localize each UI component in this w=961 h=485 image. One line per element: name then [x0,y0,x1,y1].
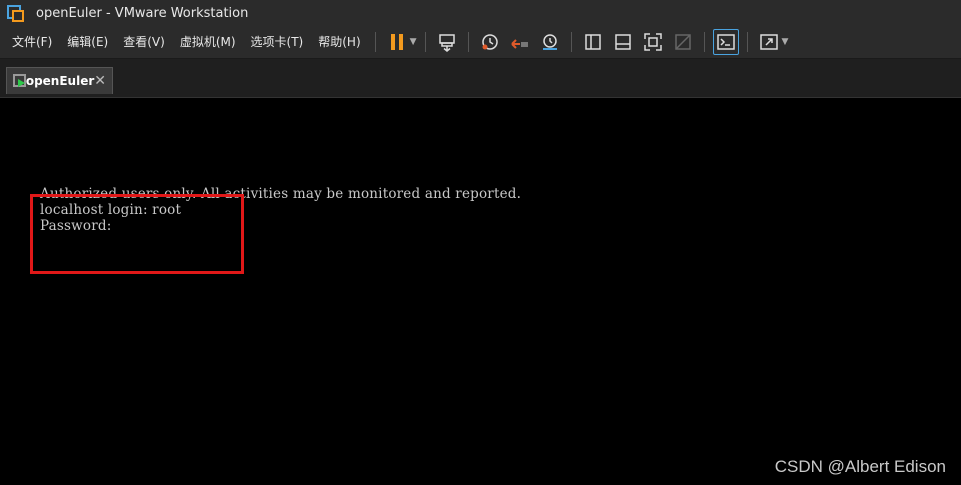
library-view-icon [584,34,601,50]
toolbar-separator [703,32,705,52]
toolbar-separator [746,32,748,52]
close-icon[interactable]: ✕ [94,73,106,89]
red-highlight-box [30,194,244,274]
thumbnail-view-icon [614,34,631,50]
vm-tab-strip: openEuler ✕ [0,59,961,97]
stretch-guest-button[interactable] [756,29,782,55]
title-bar: openEuler - VMware Workstation [0,0,961,26]
snapshot-manager-icon [542,34,557,50]
pause-button[interactable] [384,29,410,55]
pause-icon [390,34,403,50]
snapshot-revert-icon [510,39,528,49]
unity-button[interactable] [670,29,696,55]
send-ctrl-alt-del-icon [438,34,455,52]
tab-openeuler[interactable]: openEuler ✕ [6,67,113,94]
menu-edit[interactable]: 编辑(E) [60,26,116,58]
fullscreen-button[interactable] [640,29,666,55]
stretch-dropdown-caret-icon[interactable]: ▼ [782,37,789,47]
toolbar-separator [467,32,469,52]
snapshot-take-icon [481,34,498,50]
menu-vm[interactable]: 虚拟机(M) [173,26,244,58]
vm-running-icon [13,74,26,88]
menu-help[interactable]: 帮助(H) [311,26,368,58]
console-view-button[interactable] [712,29,739,55]
vmware-app-icon [7,5,24,22]
thumbnail-view-button[interactable] [610,29,636,55]
toolbar-separator [570,32,572,52]
snapshot-revert-button[interactable] [507,29,533,55]
snapshot-take-button[interactable] [477,29,503,55]
send-ctrl-alt-del-button[interactable] [434,29,460,55]
pause-dropdown-caret-icon[interactable]: ▼ [410,37,417,47]
stretch-guest-icon [759,34,778,50]
snapshot-manager-button[interactable] [537,29,563,55]
toolbar-separator [374,32,376,52]
menu-file[interactable]: 文件(F) [0,26,60,58]
console-view-icon [716,34,735,50]
menu-tabs[interactable]: 选项卡(T) [244,26,312,58]
unity-icon [674,34,691,50]
vm-console[interactable]: Authorized users only. All activities ma… [0,97,961,485]
watermark: CSDN @Albert Edison [774,457,946,476]
menu-view[interactable]: 查看(V) [116,26,173,58]
menu-toolbar: 文件(F) 编辑(E) 查看(V) 虚拟机(M) 选项卡(T) 帮助(H) ▼ [0,26,961,59]
toolbar-separator [424,32,426,52]
tab-label: openEuler [25,74,95,88]
library-view-button[interactable] [580,29,606,55]
fullscreen-icon [643,33,662,51]
window-title: openEuler - VMware Workstation [36,5,249,21]
